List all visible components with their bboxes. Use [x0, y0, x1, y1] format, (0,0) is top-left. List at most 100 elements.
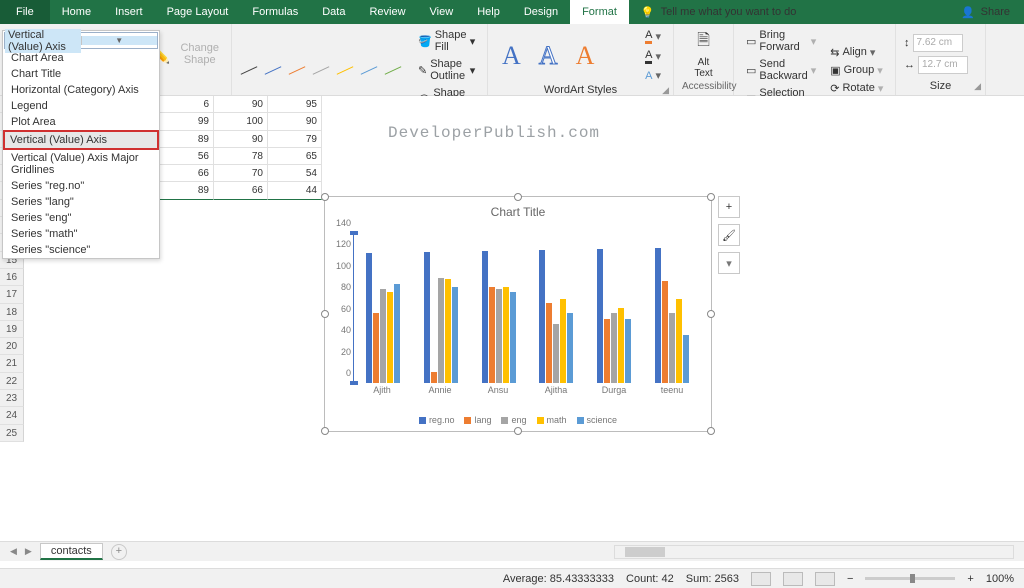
resize-handle[interactable]	[514, 427, 522, 435]
zoom-in-button[interactable]: +	[967, 573, 973, 585]
cell[interactable]: 79	[268, 131, 322, 148]
resize-handle[interactable]	[514, 193, 522, 201]
tab-format[interactable]: Format	[570, 0, 629, 24]
cell[interactable]: 70	[214, 165, 268, 182]
bar[interactable]	[431, 372, 437, 383]
row-header[interactable]: 20	[0, 338, 24, 355]
view-page-break-button[interactable]	[815, 572, 835, 586]
row-header[interactable]: 25	[0, 425, 24, 442]
cell[interactable]: 6	[160, 96, 214, 113]
tab-data[interactable]: Data	[310, 0, 357, 24]
cell[interactable]: 89	[160, 182, 214, 199]
text-effects-button[interactable]: A▾	[641, 67, 665, 84]
resize-handle[interactable]	[321, 193, 329, 201]
width-input[interactable]: 12.7 cm	[918, 56, 968, 74]
bar[interactable]	[366, 253, 372, 383]
bar[interactable]	[438, 278, 444, 383]
tab-insert[interactable]: Insert	[103, 0, 155, 24]
legend-item[interactable]: eng	[501, 415, 526, 425]
resize-handle[interactable]	[321, 427, 329, 435]
dd-item-chart-area[interactable]: Chart Area	[3, 50, 159, 66]
cell[interactable]: 65	[268, 148, 322, 165]
cell[interactable]: 90	[214, 96, 268, 113]
sheet-nav-prev[interactable]: ◀	[10, 546, 17, 557]
dialog-launcher-icon[interactable]: ◢	[974, 81, 981, 92]
resize-handle[interactable]	[321, 310, 329, 318]
bar[interactable]	[560, 299, 566, 383]
bar[interactable]	[489, 287, 495, 383]
bar[interactable]	[373, 313, 379, 383]
tab-page-layout[interactable]: Page Layout	[155, 0, 241, 24]
style-preset[interactable]	[264, 59, 282, 81]
resize-handle[interactable]	[707, 193, 715, 201]
bar[interactable]	[625, 319, 631, 383]
sheet-nav-next[interactable]: ▶	[25, 546, 32, 557]
shape-fill-button[interactable]: 🪣Shape Fill ▾	[414, 27, 479, 55]
view-normal-button[interactable]	[751, 572, 771, 586]
legend-item[interactable]: math	[537, 415, 567, 425]
wordart-preset[interactable]: A	[533, 41, 564, 71]
bar[interactable]	[655, 248, 661, 383]
zoom-level[interactable]: 100%	[986, 573, 1014, 585]
dd-item-series-regno[interactable]: Series "reg.no"	[3, 178, 159, 194]
chart-styles-button[interactable]: 🖌	[718, 224, 740, 246]
tab-formulas[interactable]: Formulas	[240, 0, 310, 24]
cell[interactable]: 54	[268, 165, 322, 182]
row-header[interactable]: 17	[0, 286, 24, 303]
style-preset[interactable]	[336, 59, 354, 81]
bar[interactable]	[611, 313, 617, 383]
dd-item-plot-area[interactable]: Plot Area	[3, 114, 159, 130]
wordart-preset[interactable]: A	[496, 41, 527, 71]
bar[interactable]	[503, 287, 509, 383]
cell[interactable]: 66	[214, 182, 268, 199]
zoom-slider[interactable]	[865, 577, 955, 580]
resize-handle[interactable]	[707, 427, 715, 435]
cell[interactable]: 44	[268, 182, 322, 199]
cell[interactable]: 90	[214, 131, 268, 148]
bar[interactable]	[683, 335, 689, 383]
tab-view[interactable]: View	[418, 0, 466, 24]
cell[interactable]: 78	[214, 148, 268, 165]
row-header[interactable]: 21	[0, 355, 24, 372]
style-preset[interactable]	[312, 59, 330, 81]
bar[interactable]	[496, 289, 502, 383]
bar[interactable]	[567, 313, 573, 383]
cell[interactable]: 95	[268, 96, 322, 113]
bar[interactable]	[510, 292, 516, 383]
row-header[interactable]: 23	[0, 390, 24, 407]
cell[interactable]: 99	[160, 113, 214, 130]
alt-text-button[interactable]: 🗎 Alt Text	[694, 29, 712, 79]
style-preset[interactable]	[288, 59, 306, 81]
wordart-preset[interactable]: A	[570, 41, 601, 71]
dd-item-series-lang[interactable]: Series "lang"	[3, 194, 159, 210]
row-header[interactable]: 24	[0, 407, 24, 424]
scroll-thumb[interactable]	[625, 547, 665, 557]
dd-item-v-axis[interactable]: Vertical (Value) Axis	[3, 130, 159, 150]
cell[interactable]: 100	[214, 113, 268, 130]
tab-review[interactable]: Review	[357, 0, 417, 24]
chart-elements-combo[interactable]: Vertical (Value) Axis▼	[4, 32, 158, 49]
bar[interactable]	[553, 324, 559, 383]
tab-file[interactable]: File	[0, 0, 50, 24]
text-outline-button[interactable]: A▾	[641, 47, 665, 66]
legend-item[interactable]: lang	[464, 415, 491, 425]
tab-home[interactable]: Home	[50, 0, 103, 24]
bar[interactable]	[387, 292, 393, 383]
chevron-down-icon[interactable]: ▼	[81, 36, 158, 45]
bar[interactable]	[539, 250, 545, 383]
bar[interactable]	[380, 289, 386, 383]
resize-handle[interactable]	[707, 310, 715, 318]
dd-item-h-axis[interactable]: Horizontal (Category) Axis	[3, 82, 159, 98]
chart-object[interactable]: Chart Title 020406080100120140 AjithAnni…	[324, 196, 712, 432]
row-header[interactable]: 19	[0, 321, 24, 338]
bar[interactable]	[394, 284, 400, 383]
sheet-tab-contacts[interactable]: contacts	[40, 543, 103, 560]
cell[interactable]: 56	[160, 148, 214, 165]
tab-design[interactable]: Design	[512, 0, 570, 24]
bar[interactable]	[546, 303, 552, 383]
share-button[interactable]: 👤Share	[961, 6, 1024, 19]
legend-item[interactable]: science	[577, 415, 618, 425]
bar[interactable]	[597, 249, 603, 383]
view-page-layout-button[interactable]	[783, 572, 803, 586]
chart-elements-button[interactable]: +	[718, 196, 740, 218]
